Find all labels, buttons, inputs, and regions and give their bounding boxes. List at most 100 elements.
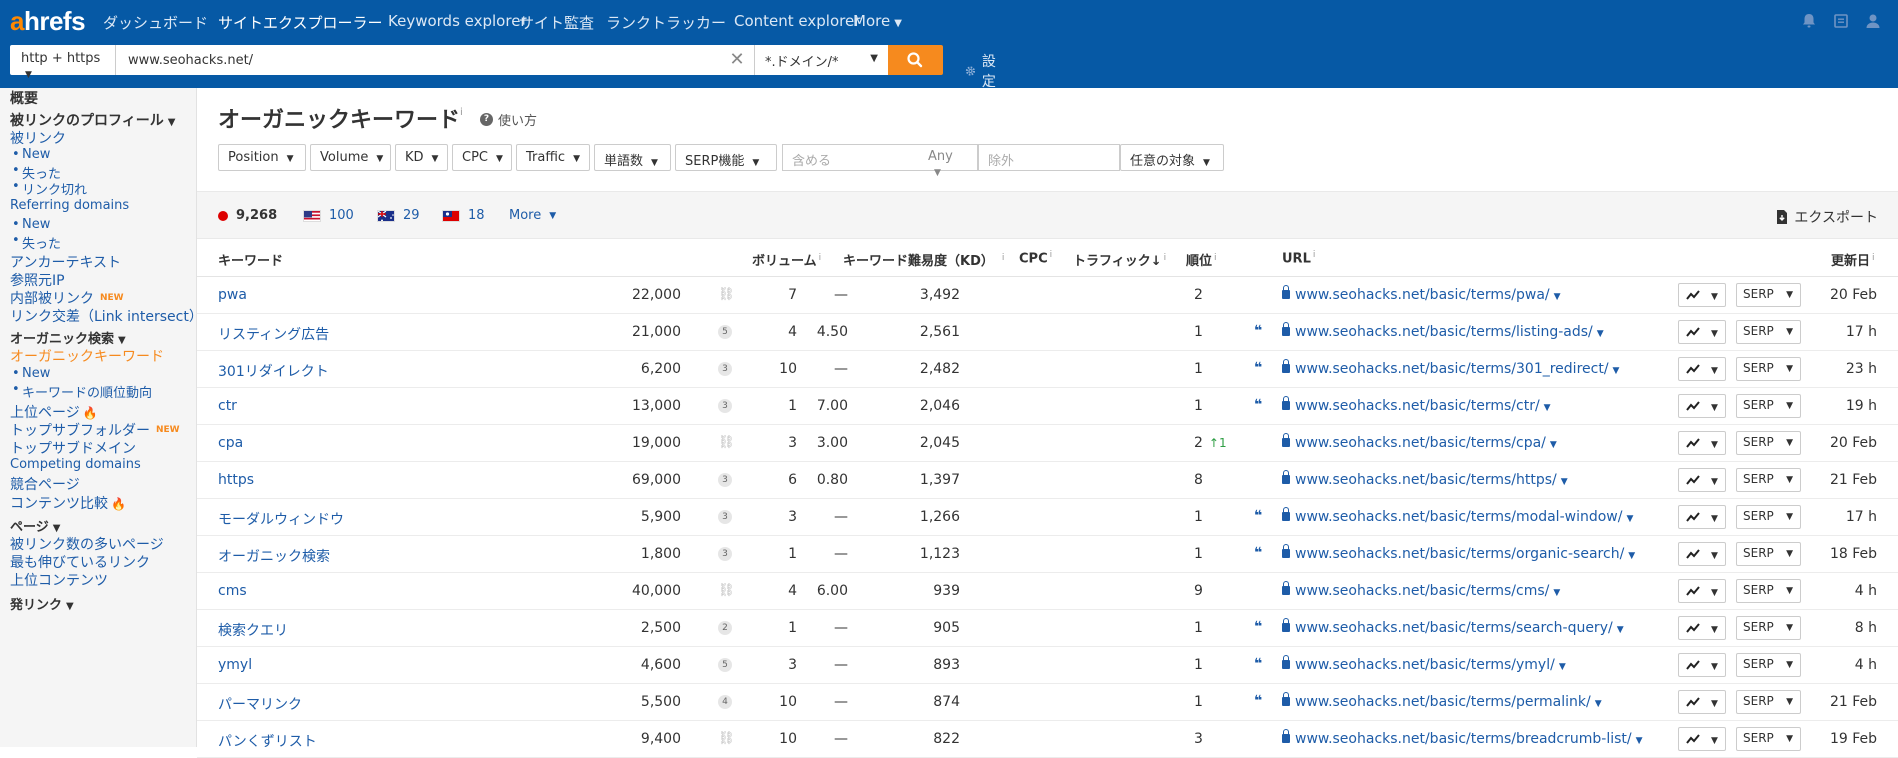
filter-words[interactable]: 単語数 ▼ <box>594 144 671 171</box>
sidebar-best-by-links[interactable]: 被リンク数の多いページ <box>10 534 164 554</box>
link-icon[interactable]: ⛓ <box>718 287 735 302</box>
keyword-link[interactable]: 検索クエリ <box>218 620 288 640</box>
help-link[interactable]: ? 使い方 <box>480 110 537 129</box>
exclude-input[interactable]: 除外 <box>978 144 1120 171</box>
sidebar-overview[interactable]: 概要 <box>10 88 38 108</box>
col-updated[interactable]: 更新日 i <box>1831 250 1875 269</box>
nav-site-explorer[interactable]: サイトエクスプローラー <box>218 12 383 33</box>
link-icon[interactable]: ⛓ <box>718 583 735 598</box>
trend-chart-button[interactable]: ▼ <box>1678 579 1726 603</box>
bell-icon[interactable] <box>1800 12 1818 30</box>
info-icon[interactable]: i <box>1002 253 1005 263</box>
info-icon[interactable]: i <box>1164 253 1167 263</box>
sidebar-content-gap[interactable]: コンテンツ比較 🔥 <box>10 493 126 513</box>
sidebar-rd-lost[interactable]: 失った <box>12 233 61 252</box>
match-any-select[interactable]: Any ▼ <box>928 149 953 179</box>
col-volume[interactable]: ボリューム i <box>752 250 821 269</box>
nav-more[interactable]: More ▼ <box>853 12 902 30</box>
sidebar-top-content[interactable]: 上位コンテンツ <box>10 570 108 590</box>
filter-target[interactable]: 任意の対象 ▼ <box>1120 144 1224 171</box>
filter-kd[interactable]: KD ▼ <box>395 144 448 171</box>
serp-count-badge[interactable]: 2 <box>718 621 732 635</box>
url-link[interactable]: www.seohacks.net/basic/terms/permalink/▼ <box>1282 692 1602 710</box>
sidebar-rd-new[interactable]: New <box>12 217 50 232</box>
info-icon[interactable]: i <box>460 107 463 118</box>
col-cpc[interactable]: CPC i <box>1019 250 1052 266</box>
keyword-link[interactable]: pwa <box>218 287 247 303</box>
serp-count-badge[interactable]: 3 <box>718 510 732 524</box>
sidebar-broken-backlinks[interactable]: リンク切れ <box>12 179 87 198</box>
trend-chart-button[interactable]: ▼ <box>1678 616 1726 640</box>
col-traffic[interactable]: トラフィック↓ i <box>1073 250 1166 269</box>
keyword-link[interactable]: cpa <box>218 435 243 451</box>
col-url[interactable]: URL i <box>1282 250 1315 266</box>
sidebar-ok-new[interactable]: New <box>12 366 50 381</box>
serp-button[interactable]: SERP ▼ <box>1736 653 1801 677</box>
sidebar-pages[interactable]: ページ ▼ <box>10 516 60 535</box>
keyword-link[interactable]: モーダルウィンドウ <box>218 509 344 529</box>
sidebar-outgoing-links[interactable]: 発リンク ▼ <box>10 594 74 613</box>
url-link[interactable]: www.seohacks.net/basic/terms/breadcrumb-… <box>1282 729 1643 747</box>
col-kd[interactable]: キーワード難易度（KD） i <box>843 250 1004 269</box>
col-keyword[interactable]: キーワード <box>218 250 283 269</box>
serp-count-badge[interactable]: 5 <box>718 325 732 339</box>
sidebar-referring-ips[interactable]: 参照元IP <box>10 270 65 290</box>
sidebar-ok-movements[interactable]: キーワードの順位動向 <box>12 382 152 401</box>
filter-position[interactable]: Position ▼ <box>218 144 306 171</box>
keyword-link[interactable]: https <box>218 472 254 488</box>
serp-button[interactable]: SERP ▼ <box>1736 690 1801 714</box>
export-button[interactable]: エクスポート <box>1776 207 1878 227</box>
trend-chart-button[interactable]: ▼ <box>1678 283 1726 307</box>
search-button[interactable] <box>888 45 943 75</box>
nav-content-explorer[interactable]: Content explorer <box>734 12 860 30</box>
serp-button[interactable]: SERP ▼ <box>1736 283 1801 307</box>
serp-count-badge[interactable]: 5 <box>718 658 732 672</box>
info-icon[interactable]: i <box>1050 250 1053 260</box>
nav-rank-tracker[interactable]: ランクトラッカー <box>606 12 726 33</box>
info-icon[interactable]: i <box>1872 253 1875 263</box>
trend-chart-button[interactable]: ▼ <box>1678 542 1726 566</box>
url-link[interactable]: www.seohacks.net/basic/terms/cms/▼ <box>1282 581 1560 599</box>
serp-count-badge[interactable]: 3 <box>718 473 732 487</box>
user-icon[interactable] <box>1864 12 1882 30</box>
chevron-down-icon[interactable]: ▼ <box>1554 292 1561 302</box>
filter-traffic[interactable]: Traffic ▼ <box>516 144 590 171</box>
keyword-link[interactable]: ctr <box>218 398 237 414</box>
serp-button[interactable]: SERP ▼ <box>1736 320 1801 344</box>
info-icon[interactable]: i <box>1313 250 1316 260</box>
chevron-down-icon[interactable]: ▼ <box>1628 551 1635 561</box>
serp-button[interactable]: SERP ▼ <box>1736 727 1801 751</box>
keyword-link[interactable]: ymyl <box>218 657 252 673</box>
serp-button[interactable]: SERP ▼ <box>1736 616 1801 640</box>
mode-select[interactable]: *.ドメイン/* ▼ <box>754 45 888 75</box>
info-icon[interactable]: i <box>819 253 822 263</box>
nav-site-audit[interactable]: サイト監査 <box>519 12 594 33</box>
keyword-link[interactable]: 301リダイレクト <box>218 361 329 381</box>
country-au[interactable]: 29 <box>377 208 420 223</box>
serp-button[interactable]: SERP ▼ <box>1736 505 1801 529</box>
serp-count-badge[interactable]: 3 <box>718 362 732 376</box>
serp-button[interactable]: SERP ▼ <box>1736 579 1801 603</box>
keyword-link[interactable]: パンくずリスト <box>218 731 317 751</box>
chevron-down-icon[interactable]: ▼ <box>1595 699 1602 709</box>
keyword-link[interactable]: オーガニック検索 <box>218 546 330 566</box>
keyword-link[interactable]: リスティング広告 <box>218 324 329 344</box>
sidebar-internal-backlinks[interactable]: 内部被リンク NEW <box>10 288 124 308</box>
keyword-link[interactable]: cms <box>218 583 247 599</box>
url-link[interactable]: www.seohacks.net/basic/terms/pwa/▼ <box>1282 285 1561 303</box>
chevron-down-icon[interactable]: ▼ <box>1617 625 1624 635</box>
sidebar-competing-pages[interactable]: 競合ページ <box>10 474 80 494</box>
url-link[interactable]: www.seohacks.net/basic/terms/listing-ads… <box>1282 322 1604 340</box>
country-jp[interactable]: 9,268 <box>218 208 277 223</box>
trend-chart-button[interactable]: ▼ <box>1678 357 1726 381</box>
trend-chart-button[interactable]: ▼ <box>1678 690 1726 714</box>
serp-count-badge[interactable]: 4 <box>718 695 732 709</box>
serp-button[interactable]: SERP ▼ <box>1736 431 1801 455</box>
filter-cpc[interactable]: CPC ▼ <box>452 144 512 171</box>
url-link[interactable]: www.seohacks.net/basic/terms/301_redirec… <box>1282 359 1620 377</box>
chevron-down-icon[interactable]: ▼ <box>1636 736 1643 746</box>
sidebar-best-by-links-growth[interactable]: 最も伸びているリンク <box>10 552 150 572</box>
trend-chart-button[interactable]: ▼ <box>1678 431 1726 455</box>
chevron-down-icon[interactable]: ▼ <box>1613 366 1620 376</box>
url-link[interactable]: www.seohacks.net/basic/terms/cpa/▼ <box>1282 433 1557 451</box>
